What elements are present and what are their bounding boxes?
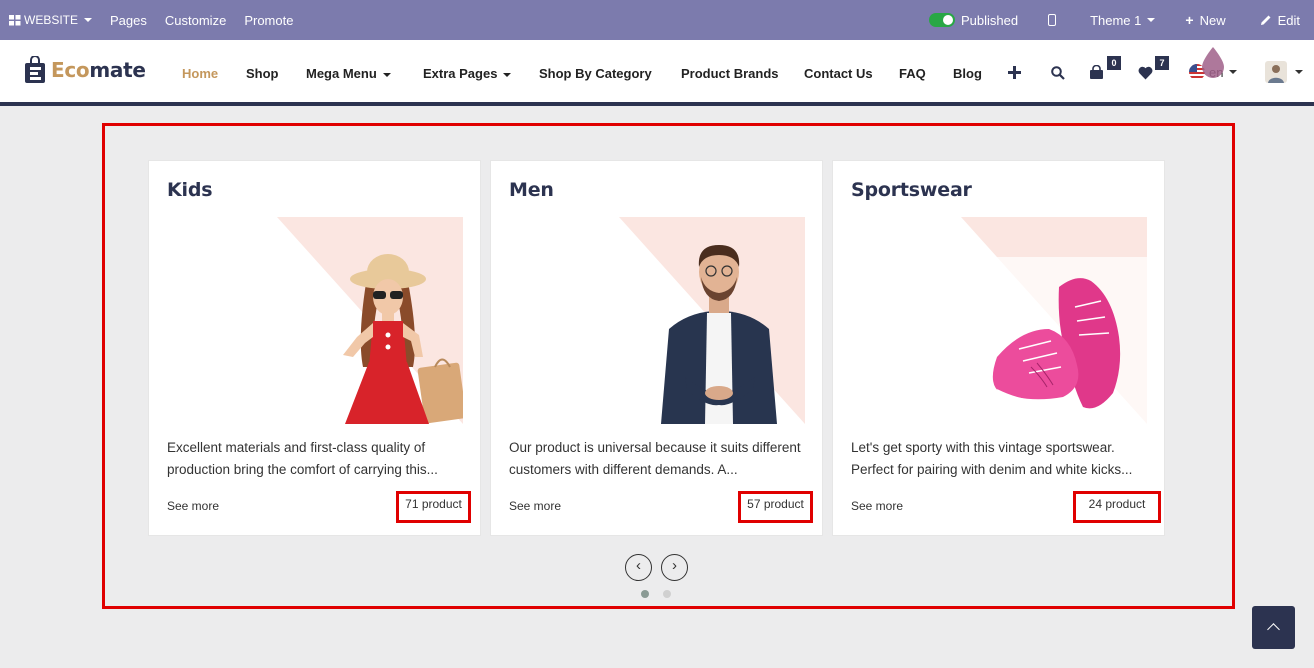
sportswear-category-image: [851, 217, 1147, 424]
card-description: Our product is universal because it suit…: [509, 440, 801, 477]
add-block-plus-icon[interactable]: [1008, 66, 1021, 79]
logo-text-eco: Eco: [51, 58, 90, 82]
edit-label: Edit: [1277, 12, 1300, 28]
category-card-sportswear[interactable]: Sportswear Let's get sporty with this vi…: [832, 160, 1165, 536]
cart-icon[interactable]: [1089, 65, 1104, 80]
heart-icon[interactable]: [1138, 66, 1153, 80]
nav-faq[interactable]: FAQ: [899, 66, 926, 81]
website-menu[interactable]: WEBSITE: [0, 0, 100, 40]
promote-menu[interactable]: Promote: [234, 0, 301, 40]
carousel-next-button[interactable]: ›: [661, 554, 688, 581]
logo-text-mate: mate: [89, 58, 146, 82]
chevron-down-icon: [84, 18, 93, 22]
theme-menu[interactable]: Theme 1: [1082, 0, 1177, 40]
see-more-link[interactable]: See more: [851, 499, 903, 513]
plus-icon: +: [1185, 12, 1194, 28]
nav-extra-pages[interactable]: Extra Pages: [423, 66, 512, 81]
mobile-preview-button[interactable]: [1040, 0, 1082, 40]
product-count-badge: 24 product: [1073, 491, 1161, 523]
category-card-men[interactable]: Men Our product is universal because it …: [490, 160, 823, 536]
customize-menu[interactable]: Customize: [155, 0, 234, 40]
edit-button[interactable]: Edit: [1252, 0, 1314, 40]
carousel-dot-1[interactable]: [641, 590, 649, 598]
theme-label: Theme 1: [1090, 12, 1142, 28]
chevron-down-icon: [1295, 70, 1303, 74]
apps-grid-icon: [9, 14, 21, 25]
site-logo[interactable]: Ecomate: [24, 56, 146, 84]
chevron-down-icon: [1147, 18, 1156, 22]
carousel-prev-button[interactable]: ‹: [625, 554, 652, 581]
nav-shop-by-category[interactable]: Shop By Category: [539, 66, 652, 81]
admin-bar: WEBSITE Pages Customize Promote Publishe…: [0, 0, 1314, 40]
new-label: New: [1199, 12, 1226, 28]
chevron-down-icon: [1229, 70, 1238, 74]
product-count-badge: 71 product: [396, 491, 471, 523]
card-description: Excellent materials and first-class qual…: [167, 440, 438, 477]
mobile-phone-icon: [1048, 14, 1057, 26]
see-more-link[interactable]: See more: [509, 499, 561, 513]
nav-home[interactable]: Home: [182, 66, 218, 81]
nav-extra-pages-label: Extra Pages: [423, 66, 498, 81]
avatar: [1265, 61, 1287, 83]
nav-mega-menu-label: Mega Menu: [306, 66, 377, 81]
published-label: Published: [960, 12, 1019, 28]
chevron-down-icon: [503, 72, 512, 77]
nav-product-brands[interactable]: Product Brands: [681, 66, 779, 81]
cart-count-badge: 0: [1107, 56, 1121, 70]
editor-drop-icon[interactable]: [1200, 46, 1226, 80]
search-icon[interactable]: [1051, 66, 1065, 80]
wishlist-count-badge: 7: [1155, 56, 1169, 70]
publish-toggle[interactable]: Published: [921, 0, 1040, 40]
chevron-down-icon: [382, 72, 391, 77]
card-title: Sportswear: [851, 179, 972, 201]
nav-shop[interactable]: Shop: [246, 66, 279, 81]
card-title: Men: [509, 179, 554, 201]
category-card-kids[interactable]: Kids Excellent materials and first-class…: [148, 160, 481, 536]
kids-category-image: [167, 217, 463, 424]
shopping-bag-logo-icon: [25, 56, 45, 83]
website-label: WEBSITE: [24, 13, 79, 27]
toggle-switch-icon: [928, 13, 955, 27]
nav-mega-menu[interactable]: Mega Menu: [306, 66, 391, 81]
user-menu[interactable]: [1265, 61, 1303, 83]
nav-blog[interactable]: Blog: [953, 66, 982, 81]
scroll-to-top-button[interactable]: [1252, 606, 1295, 649]
card-description: Let's get sporty with this vintage sport…: [851, 440, 1133, 477]
product-count-badge: 57 product: [738, 491, 813, 523]
see-more-link[interactable]: See more: [167, 499, 219, 513]
main-navbar: Ecomate Home Shop Mega Menu Extra Pages …: [0, 40, 1314, 106]
men-category-image: [509, 217, 805, 424]
new-button[interactable]: + New: [1177, 0, 1251, 40]
card-title: Kids: [167, 179, 213, 201]
carousel-dot-2[interactable]: [663, 590, 671, 598]
logo-text: Ecomate: [51, 58, 146, 82]
pages-menu[interactable]: Pages: [100, 0, 155, 40]
nav-contact-us[interactable]: Contact Us: [804, 66, 873, 81]
pencil-icon: [1260, 15, 1271, 25]
